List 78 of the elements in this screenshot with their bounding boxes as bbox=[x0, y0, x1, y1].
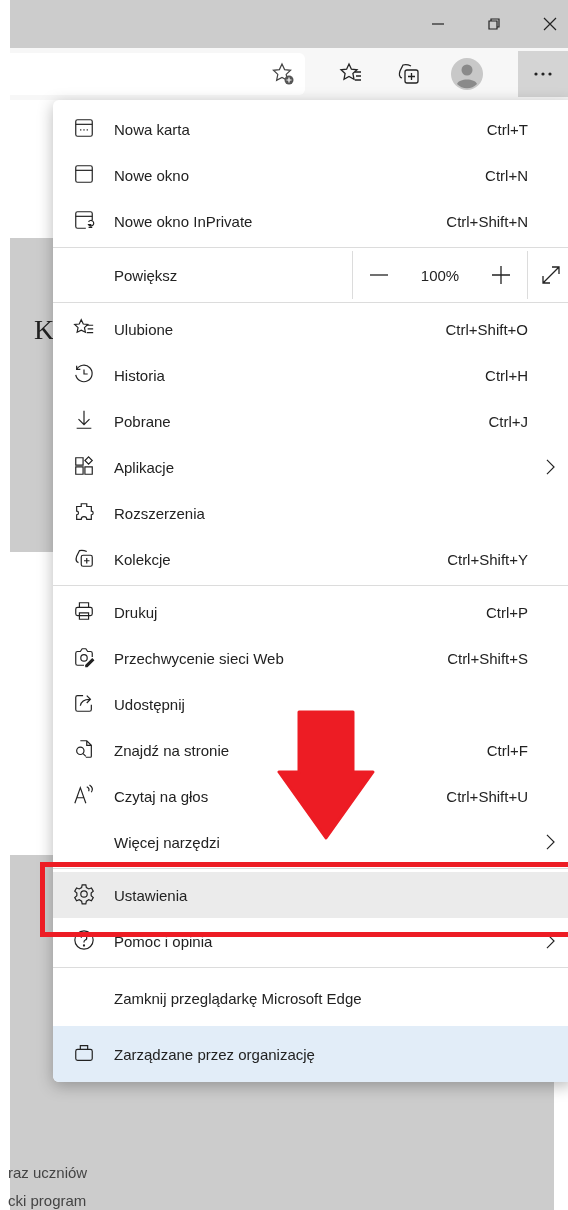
capture-icon bbox=[73, 646, 95, 668]
menu-item-label: Udostępnij bbox=[114, 695, 186, 713]
shortcut-text: Ctrl+J bbox=[488, 412, 528, 430]
collections-icon[interactable] bbox=[397, 62, 421, 86]
help-icon bbox=[73, 929, 95, 951]
zoom-in-icon[interactable] bbox=[491, 265, 512, 285]
shortcut-text: Ctrl+P bbox=[485, 603, 528, 621]
menu-item-label: Aplikacje bbox=[114, 458, 176, 476]
menu-item-label: Pobrane bbox=[114, 412, 172, 430]
page-heading: K bbox=[34, 314, 55, 346]
menu-item[interactable]: Pobrane Ctrl+J bbox=[53, 398, 568, 444]
menu-item-label: Ulubione bbox=[114, 320, 175, 338]
menu-item-label: Rozszerzenia bbox=[114, 504, 206, 522]
menu-item-label: Więcej narzędzi bbox=[114, 833, 221, 851]
apps-icon bbox=[73, 455, 95, 477]
menu-item-label: Nowa karta bbox=[114, 120, 191, 138]
menu-item-label: Czytaj na głos bbox=[114, 787, 210, 805]
shortcut-text: Ctrl+Shift+S bbox=[447, 649, 528, 667]
page-text: raz uczniów bbox=[8, 1163, 89, 1183]
menu-item[interactable]: Przechwycenie sieci Web Ctrl+Shift+S bbox=[53, 635, 568, 681]
printer-icon bbox=[73, 600, 95, 622]
history-icon bbox=[73, 363, 95, 385]
find-page-icon bbox=[73, 738, 95, 760]
shortcut-text: Ctrl+N bbox=[485, 166, 528, 184]
address-field[interactable] bbox=[10, 53, 305, 95]
menu-item-label: Historia bbox=[114, 366, 166, 384]
menu-item[interactable]: Kolekcje Ctrl+Shift+Y bbox=[53, 536, 568, 582]
menu-item[interactable]: Więcej narzędzi bbox=[53, 819, 568, 865]
menu-item[interactable]: Czytaj na głos Ctrl+Shift+U bbox=[53, 773, 568, 819]
puzzle-icon bbox=[73, 501, 95, 523]
shortcut-text: Ctrl+Shift+N bbox=[446, 212, 528, 230]
menu-item[interactable]: Ustawienia bbox=[53, 872, 568, 918]
menu-item-label: Nowe okno InPrivate bbox=[114, 212, 254, 230]
profile-avatar[interactable] bbox=[451, 58, 483, 90]
menu-item[interactable]: Znajdź na stronie Ctrl+F bbox=[53, 727, 568, 773]
menu-item[interactable]: Aplikacje bbox=[53, 444, 568, 490]
managed-notice[interactable]: Zarządzane przez organizację bbox=[53, 1026, 568, 1082]
menu-item[interactable]: Nowa karta Ctrl+T bbox=[53, 106, 568, 152]
menu-item-label: Znajdź na stronie bbox=[114, 741, 231, 759]
read-aloud-icon bbox=[73, 784, 95, 806]
shortcut-text: Ctrl+Shift+Y bbox=[447, 550, 528, 568]
shortcut-text: Ctrl+H bbox=[485, 366, 528, 384]
menu-item[interactable]: Zamknij przeglądarkę Microsoft Edge bbox=[53, 971, 568, 1025]
window-icon bbox=[73, 163, 95, 185]
menu-item-label: Powiększ bbox=[114, 266, 179, 284]
menu-item-label: Ustawienia bbox=[114, 886, 189, 904]
chevron-right-icon bbox=[546, 834, 555, 850]
managed-notice-text: Zarządzane przez organizację bbox=[114, 1045, 316, 1063]
menu-item[interactable]: Nowe okno Ctrl+N bbox=[53, 152, 568, 198]
new-tab-icon bbox=[73, 117, 95, 139]
star-plus-icon[interactable] bbox=[271, 62, 295, 86]
private-window-icon bbox=[73, 209, 95, 231]
chevron-right-icon bbox=[546, 459, 555, 475]
menu-item[interactable]: Ulubione Ctrl+Shift+O bbox=[53, 306, 568, 352]
share-icon bbox=[73, 692, 95, 714]
menu-item[interactable]: Historia Ctrl+H bbox=[53, 352, 568, 398]
collections-icon bbox=[73, 547, 95, 569]
shortcut-text: Ctrl+Shift+O bbox=[445, 320, 528, 338]
briefcase-icon bbox=[73, 1042, 95, 1064]
fullscreen-icon[interactable] bbox=[540, 265, 561, 285]
shortcut-text: Ctrl+Shift+U bbox=[446, 787, 528, 805]
menu-item-label: Nowe okno bbox=[114, 166, 191, 184]
menu-item[interactable]: Rozszerzenia bbox=[53, 490, 568, 536]
menu-item[interactable]: Nowe okno InPrivate Ctrl+Shift+N bbox=[53, 198, 568, 244]
menu-item-label: Kolekcje bbox=[114, 550, 172, 568]
menu-item-label: Zamknij przeglądarkę Microsoft Edge bbox=[114, 989, 363, 1007]
page-text: cki program bbox=[8, 1191, 88, 1210]
menu-item-label: Przechwycenie sieci Web bbox=[114, 649, 285, 667]
more-icon bbox=[533, 72, 553, 76]
close-icon[interactable] bbox=[542, 16, 558, 32]
settings-icon bbox=[73, 883, 95, 905]
menu-item[interactable]: Drukuj Ctrl+P bbox=[53, 589, 568, 635]
menu-item-label: Drukuj bbox=[114, 603, 159, 621]
menu-item[interactable]: Udostępnij bbox=[53, 681, 568, 727]
shortcut-text: Ctrl+F bbox=[486, 741, 528, 759]
restore-icon[interactable] bbox=[486, 16, 502, 32]
shortcut-text: Ctrl+T bbox=[486, 120, 528, 138]
zoom-value: 100% bbox=[420, 266, 460, 284]
